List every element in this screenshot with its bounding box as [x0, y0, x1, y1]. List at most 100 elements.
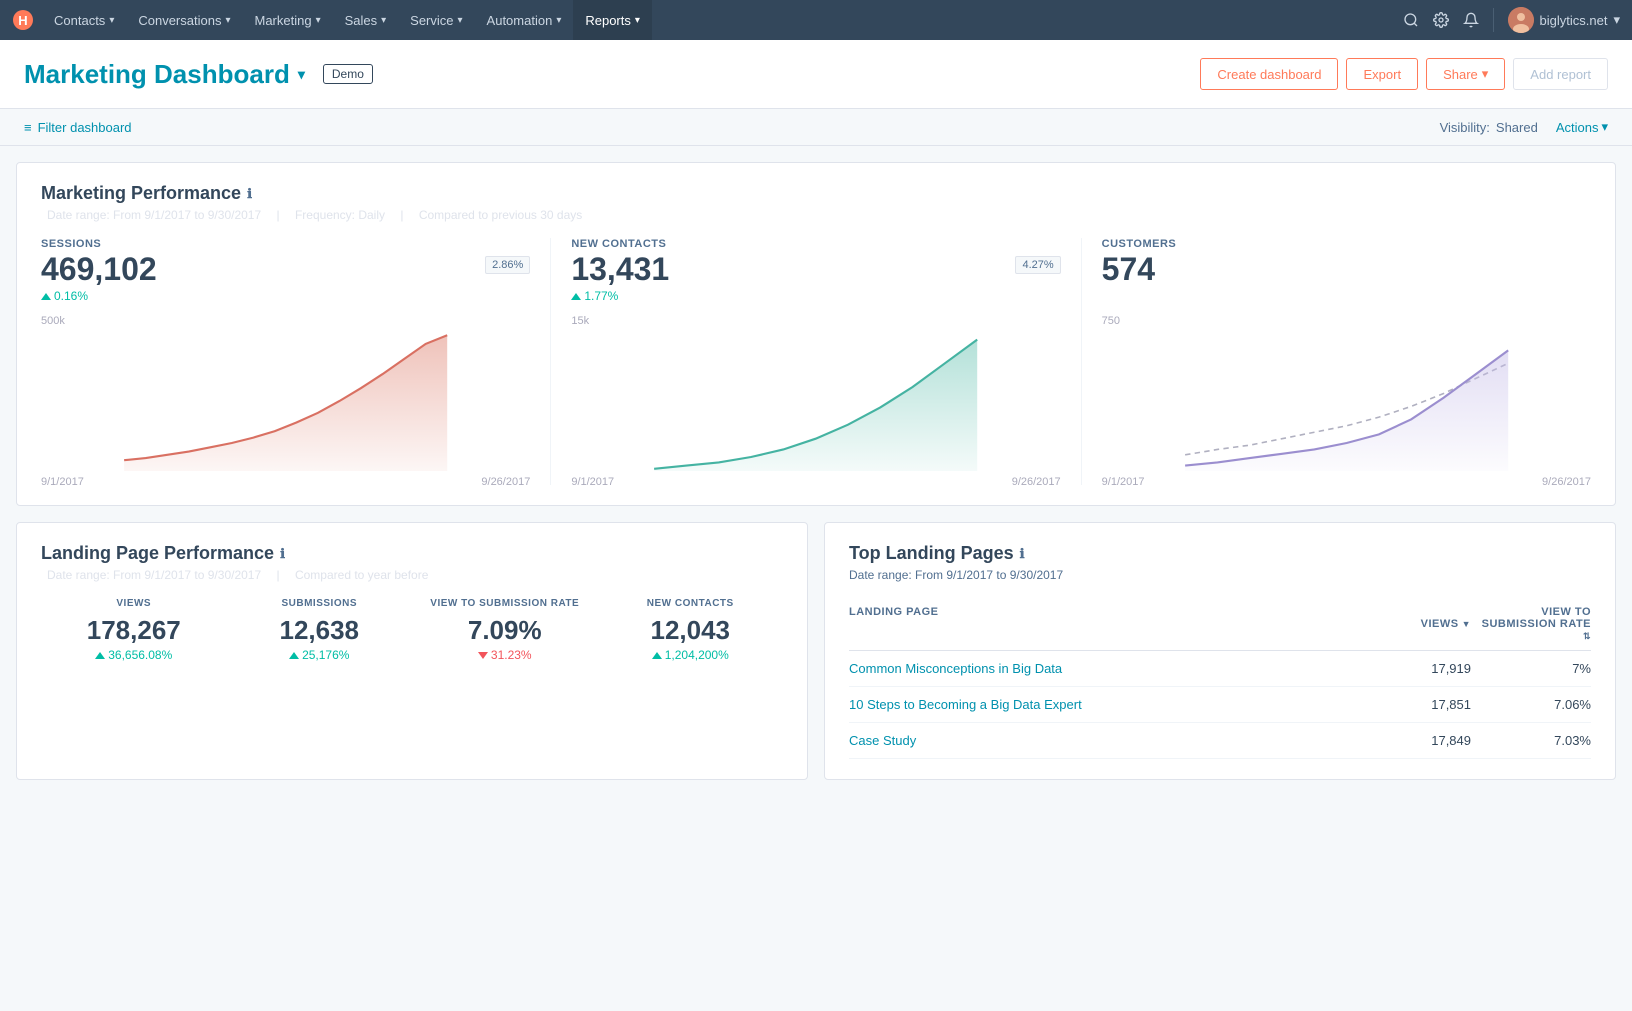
customers-x-end: 9/26/2017 [1542, 476, 1591, 488]
settings-button[interactable] [1433, 12, 1449, 28]
visibility-section: Visibility: Shared Actions ▾ [1440, 119, 1608, 135]
info-icon-lp[interactable]: ℹ [280, 546, 285, 562]
user-avatar [1508, 7, 1534, 33]
lp-metrics: VIEWS 178,267 36,656.08% SUBMISSIONS 12,… [41, 598, 783, 662]
sort-icon-rate[interactable]: ⇅ [1583, 631, 1591, 641]
page-header: Marketing Dashboard ▾ Demo Create dashbo… [0, 40, 1632, 109]
row-1-name[interactable]: Common Misconceptions in Big Data [849, 661, 1371, 676]
lp-views-up-icon [95, 652, 105, 659]
row-3-name[interactable]: Case Study [849, 733, 1371, 748]
nav-items: Contacts ▾ Conversations ▾ Marketing ▾ S… [42, 0, 1403, 40]
landing-page-performance-card: Landing Page Performance ℹ Date range: F… [16, 522, 808, 780]
customers-block: CUSTOMERS 574 750 [1081, 238, 1591, 485]
filter-icon: ≡ [24, 120, 32, 135]
th-rate: VIEW TO SUBMISSION RATE ⇅ [1471, 606, 1591, 642]
lp-rate-label: VIEW TO SUBMISSION RATE [412, 598, 598, 609]
nav-automation[interactable]: Automation ▾ [475, 0, 574, 40]
customers-chart [1102, 331, 1591, 471]
nav-conversations[interactable]: Conversations ▾ [126, 0, 242, 40]
notifications-button[interactable] [1463, 12, 1479, 28]
tlp-table-header: LANDING PAGE VIEWS ▼ VIEW TO SUBMISSION … [849, 598, 1591, 651]
sessions-label: SESSIONS [41, 238, 530, 250]
main-content: Marketing Performance ℹ Date range: From… [0, 146, 1632, 796]
table-row: 10 Steps to Becoming a Big Data Expert 1… [849, 687, 1591, 723]
header-actions: Create dashboard Export Share ▾ Add repo… [1200, 58, 1608, 90]
new-contacts-change-icon [571, 293, 581, 300]
row-3-views: 17,849 [1371, 733, 1471, 748]
new-contacts-x-start: 9/1/2017 [571, 476, 614, 488]
new-contacts-block: NEW CONTACTS 13,431 4.27% 1.77% 15k [550, 238, 1080, 485]
share-button[interactable]: Share ▾ [1426, 58, 1505, 90]
lp-rate-value: 7.09% [412, 615, 598, 646]
add-report-button: Add report [1513, 58, 1608, 90]
lp-submissions-up-icon [289, 652, 299, 659]
lp-submissions-change: 25,176% [227, 648, 413, 662]
lp-views-change: 36,656.08% [41, 648, 227, 662]
new-contacts-y-label: 15k [571, 315, 589, 327]
info-icon-marketing[interactable]: ℹ [247, 186, 252, 202]
lp-rate-change: 31.23% [412, 648, 598, 662]
row-2-name[interactable]: 10 Steps to Becoming a Big Data Expert [849, 697, 1371, 712]
new-contacts-chart [571, 331, 1060, 471]
sessions-chart [41, 331, 530, 471]
lp-new-contacts-label: NEW CONTACTS [598, 598, 784, 609]
lp-subtitle: Date range: From 9/1/2017 to 9/30/2017 |… [41, 568, 783, 582]
create-dashboard-button[interactable]: Create dashboard [1200, 58, 1338, 90]
bottom-row: Landing Page Performance ℹ Date range: F… [16, 522, 1616, 780]
title-dropdown-icon[interactable]: ▾ [298, 66, 305, 83]
new-contacts-value: 13,431 [571, 252, 669, 287]
svg-text:H: H [18, 13, 27, 28]
tlp-title: Top Landing Pages ℹ [849, 543, 1591, 564]
user-name: biglytics.net [1540, 13, 1608, 28]
lp-new-contacts-value: 12,043 [598, 615, 784, 646]
lp-new-contacts-up-icon [652, 652, 662, 659]
page-title: Marketing Dashboard ▾ [24, 59, 305, 90]
user-menu[interactable]: biglytics.net ▾ [1508, 7, 1620, 33]
actions-button[interactable]: Actions ▾ [1556, 119, 1608, 135]
customers-label: CUSTOMERS [1102, 238, 1591, 250]
nav-right: biglytics.net ▾ [1403, 7, 1620, 33]
marketing-metrics-charts: SESSIONS 469,102 2.86% 0.16% 500k [41, 238, 1591, 485]
nav-sales[interactable]: Sales ▾ [333, 0, 399, 40]
export-button[interactable]: Export [1346, 58, 1418, 90]
th-views: VIEWS ▼ [1371, 606, 1471, 642]
row-3-rate: 7.03% [1471, 733, 1591, 748]
sessions-badge: 2.86% [485, 256, 530, 274]
share-caret-icon: ▾ [1482, 66, 1489, 82]
search-button[interactable] [1403, 12, 1419, 28]
lp-new-contacts-change: 1,204,200% [598, 648, 784, 662]
customers-value: 574 [1102, 252, 1155, 287]
sort-icon-views[interactable]: ▼ [1462, 619, 1471, 629]
sessions-change-icon [41, 293, 51, 300]
top-landing-pages-card: Top Landing Pages ℹ Date range: From 9/1… [824, 522, 1616, 780]
info-icon-tlp[interactable]: ℹ [1020, 546, 1025, 562]
sessions-block: SESSIONS 469,102 2.86% 0.16% 500k [41, 238, 550, 485]
lp-views-label: VIEWS [41, 598, 227, 609]
row-2-rate: 7.06% [1471, 697, 1591, 712]
lp-rate-down-icon [478, 652, 488, 659]
row-1-views: 17,919 [1371, 661, 1471, 676]
nav-service[interactable]: Service ▾ [398, 0, 474, 40]
sessions-x-start: 9/1/2017 [41, 476, 84, 488]
filter-dashboard-button[interactable]: ≡ Filter dashboard [24, 120, 132, 135]
user-caret: ▾ [1613, 12, 1620, 28]
nav-reports[interactable]: Reports ▾ [573, 0, 652, 40]
filter-bar: ≡ Filter dashboard Visibility: Shared Ac… [0, 109, 1632, 146]
table-row: Common Misconceptions in Big Data 17,919… [849, 651, 1591, 687]
row-1-rate: 7% [1471, 661, 1591, 676]
actions-caret-icon: ▾ [1601, 119, 1608, 135]
lp-submissions-value: 12,638 [227, 615, 413, 646]
sessions-value: 469,102 [41, 252, 157, 287]
card-title-marketing: Marketing Performance ℹ [41, 183, 1591, 204]
hubspot-logo[interactable]: H [12, 9, 34, 31]
nav-divider [1493, 8, 1494, 32]
nav-contacts[interactable]: Contacts ▾ [42, 0, 126, 40]
lp-views-value: 178,267 [41, 615, 227, 646]
row-2-views: 17,851 [1371, 697, 1471, 712]
th-landing-page: LANDING PAGE [849, 606, 1371, 642]
lp-submissions-label: SUBMISSIONS [227, 598, 413, 609]
sessions-x-end: 9/26/2017 [481, 476, 530, 488]
nav-marketing[interactable]: Marketing ▾ [242, 0, 332, 40]
new-contacts-label: NEW CONTACTS [571, 238, 1060, 250]
table-row: Case Study 17,849 7.03% [849, 723, 1591, 759]
